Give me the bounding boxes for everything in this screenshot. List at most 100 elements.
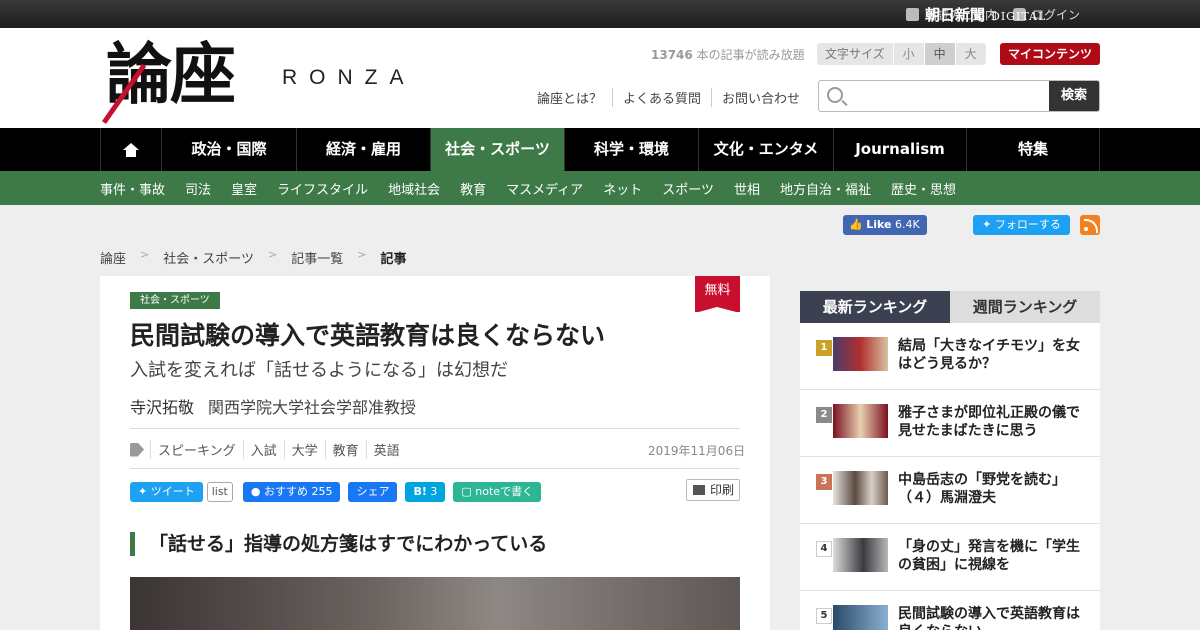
ranking-item[interactable]: 1 結局「大きなイチモツ」を女はどう見るか？: [800, 323, 1100, 390]
tag-item[interactable]: 教育: [324, 440, 366, 459]
nav-economy[interactable]: 経済・雇用: [297, 128, 431, 171]
ranking-item[interactable]: 5 民間試験の導入で英語教育は良くならない: [800, 591, 1100, 630]
ronza-logo-sub: RONZA: [282, 66, 416, 89]
nav-society-sports[interactable]: 社会・スポーツ: [431, 128, 565, 171]
subnav-item[interactable]: ネット: [603, 179, 642, 198]
subnav-item[interactable]: 教育: [460, 179, 486, 198]
note-icon: ▢: [461, 485, 476, 498]
font-size-small-button[interactable]: 小: [892, 43, 924, 65]
ranking-tabs: 最新ランキング 週間ランキング: [800, 291, 1100, 323]
tag-item[interactable]: スピーキング: [150, 440, 243, 459]
site-header: 論座 RONZA 13746 本の記事が読み放題 文字サイズ 小 中 大 マイコ…: [0, 28, 1200, 128]
list-button[interactable]: list: [206, 482, 233, 502]
author-name[interactable]: 寺沢拓敬: [130, 398, 194, 417]
rss-icon[interactable]: [1080, 215, 1100, 235]
search-input[interactable]: [853, 85, 1043, 107]
breadcrumb-category[interactable]: 社会・スポーツ: [163, 248, 254, 267]
subnav-item[interactable]: 皇室: [231, 179, 257, 198]
note-button[interactable]: ▢ noteで書く: [453, 482, 542, 502]
nav-journalism[interactable]: Journalism: [834, 128, 967, 171]
subnav-item[interactable]: 世相: [734, 179, 760, 198]
author-role: 関西学院大学社会学部准教授: [208, 398, 417, 417]
tag-item[interactable]: 入試: [242, 440, 284, 459]
breadcrumb: 論座 > 社会・スポーツ > 記事一覧 > 記事: [100, 248, 406, 267]
nav-science[interactable]: 科学・環境: [565, 128, 699, 171]
ranking-thumbnail: [833, 337, 888, 371]
article-photo: [130, 577, 740, 630]
ranking-thumbnail: [833, 538, 888, 572]
breadcrumb-list[interactable]: 記事一覧: [291, 248, 343, 267]
tab-latest-ranking[interactable]: 最新ランキング: [800, 291, 950, 323]
tag-item[interactable]: 英語: [365, 440, 407, 459]
mycontent-button[interactable]: マイコンテンツ: [1000, 43, 1100, 65]
nav-home[interactable]: [100, 128, 162, 171]
note-label: noteで書く: [475, 485, 534, 498]
ranking-thumbnail: [833, 404, 888, 438]
asahi-digital-logo[interactable]: 朝日新聞 DIGITAL: [925, 4, 1046, 25]
article-subtitle: 入試を変えれば「話せるようになる」は幻想だ: [130, 360, 508, 381]
ranking-title: 結局「大きなイチモツ」を女はどう見るか？: [898, 338, 1080, 372]
header-links: 論座とは？ よくある質問 お問い合わせ: [537, 88, 810, 107]
ranking-thumbnail: [833, 605, 888, 630]
tag-item[interactable]: 大学: [283, 440, 325, 459]
article-count: 13746 本の記事が読み放題: [651, 46, 805, 63]
print-button[interactable]: 印刷: [686, 479, 740, 501]
share-buttons: ✦ ツイート list ● おすすめ 255 シェア B! 3 ▢ noteで書…: [130, 482, 549, 502]
twitter-follow-button[interactable]: ✦ フォローする: [973, 215, 1070, 235]
subnav-item[interactable]: 地方自治・福祉: [780, 179, 871, 198]
divider: [130, 468, 740, 469]
font-size-medium-button[interactable]: 中: [923, 43, 955, 65]
fb-share-button[interactable]: シェア: [348, 482, 398, 502]
rank-number: 4: [816, 541, 832, 557]
nav-politics[interactable]: 政治・国際: [162, 128, 297, 171]
facebook-like-button[interactable]: 👍 Like 6.4K: [843, 215, 927, 235]
nav-special[interactable]: 特集: [967, 128, 1100, 171]
tab-weekly-ranking[interactable]: 週間ランキング: [950, 291, 1100, 323]
ronza-logo[interactable]: 論座: [106, 38, 236, 110]
breadcrumb-home[interactable]: 論座: [100, 248, 126, 267]
font-size-control: 文字サイズ 小 中 大: [817, 43, 986, 65]
subnav-item[interactable]: 歴史・思想: [891, 179, 956, 198]
fb-recommend-button[interactable]: ● おすすめ 255: [242, 482, 341, 502]
subnav-item[interactable]: ライフスタイル: [277, 179, 368, 198]
facebook-icon: ●: [250, 485, 264, 498]
home-icon: [123, 142, 139, 157]
twitter-follow-label: フォローする: [994, 218, 1061, 231]
nav-culture[interactable]: 文化・エンタメ: [699, 128, 834, 171]
subnav-item[interactable]: マスメディア: [506, 179, 583, 198]
subnav-item[interactable]: 司法: [185, 179, 211, 198]
thumbs-up-icon: 👍: [849, 218, 863, 231]
twitter-bird-icon: ✦: [138, 485, 151, 498]
font-size-large-button[interactable]: 大: [954, 43, 986, 65]
publish-date: 2019年11月06日: [648, 444, 746, 458]
subnav-item[interactable]: スポーツ: [662, 179, 714, 198]
subnav-item[interactable]: 事件・事故: [100, 179, 165, 198]
category-badge[interactable]: 社会・スポーツ: [130, 292, 220, 309]
ranking-item[interactable]: 2 雅子さまが即位礼正殿の儀で見せたまばたきに思う: [800, 390, 1100, 457]
tweet-label: ツイート: [150, 485, 195, 498]
hatena-bookmark-button[interactable]: B! 3: [405, 482, 446, 502]
tag-icon: [130, 442, 144, 457]
ranking-thumbnail: [833, 471, 888, 505]
about-link[interactable]: 論座とは？: [537, 88, 612, 107]
ranking-item[interactable]: 3 中島岳志の「野党を読む」（４）馬淵澄夫: [800, 457, 1100, 524]
breadcrumb-separator: >: [357, 248, 367, 261]
ranking-title: 中島岳志の「野党を読む」（４）馬淵澄夫: [898, 472, 1066, 506]
ranking-title: 民間試験の導入で英語教育は良くならない: [898, 606, 1080, 630]
subnav-item[interactable]: 地域社会: [388, 179, 440, 198]
breadcrumb-current: 記事: [380, 252, 407, 267]
search-icon: [827, 87, 843, 103]
article-author: 寺沢拓敬 関西学院大学社会学部准教授: [130, 394, 416, 418]
ranking-item[interactable]: 4 「身の丈」発言を機に「学生の貧困」に視線を: [800, 524, 1100, 591]
article-title: 民間試験の導入で英語教育は良くならない: [130, 321, 606, 350]
tweet-button[interactable]: ✦ ツイート: [130, 482, 203, 502]
free-badge: 無料: [695, 276, 740, 313]
top-bar: 購読のご案内 ログイン 朝日新聞 DIGITAL: [0, 0, 1200, 28]
rank-number: 2: [816, 407, 832, 423]
search-button[interactable]: 検索: [1049, 81, 1099, 111]
faq-link[interactable]: よくある質問: [612, 88, 711, 107]
contact-link[interactable]: お問い合わせ: [711, 88, 810, 107]
brand-sub: DIGITAL: [991, 10, 1047, 23]
divider: [130, 428, 740, 429]
breadcrumb-separator: >: [267, 248, 278, 261]
